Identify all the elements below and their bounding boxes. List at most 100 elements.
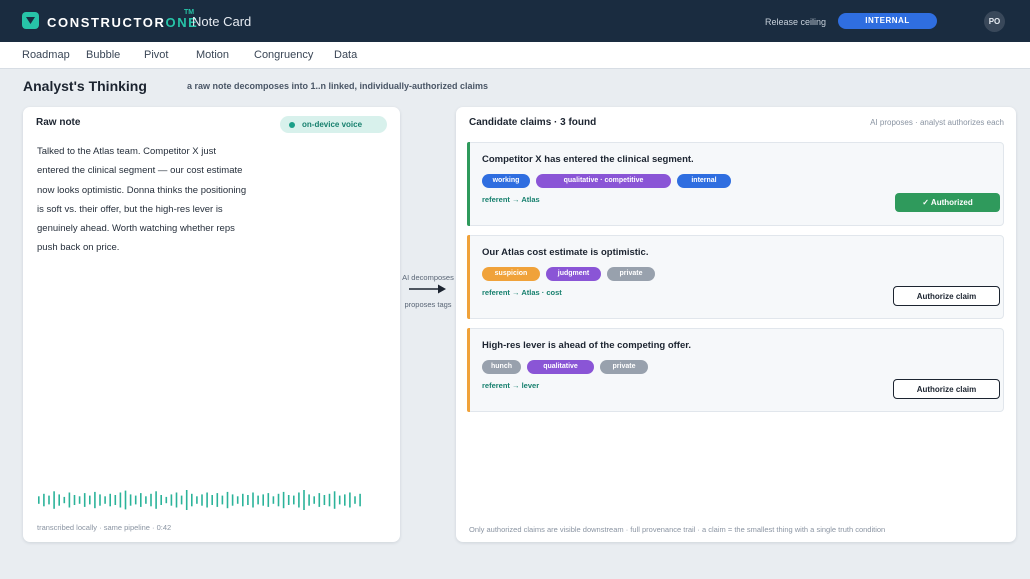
claim-text: Competitor X has entered the clinical se… — [482, 154, 694, 165]
release-ceiling-label: Release ceiling — [765, 17, 827, 27]
waveform-bar — [272, 496, 275, 504]
transcription-meta: transcribed locally · same pipeline · 0:… — [37, 523, 172, 532]
tag[interactable]: hunch — [482, 360, 521, 374]
waveform-bar — [165, 496, 168, 504]
waveform-bar — [104, 496, 106, 504]
waveform-bar — [155, 491, 157, 509]
waveform-bar — [94, 491, 96, 509]
tag[interactable]: internal — [677, 174, 731, 188]
waveform-bar — [354, 496, 356, 504]
claim-card: High-res lever is ahead of the competing… — [467, 328, 1004, 412]
proposes-tags-label: proposes tags — [404, 300, 452, 309]
waveform-bar — [349, 492, 351, 508]
waveform-bar — [68, 492, 71, 508]
waveform-bar — [89, 495, 91, 505]
waveform-bar — [277, 493, 280, 507]
waveform-bar — [170, 494, 173, 506]
tag[interactable]: private — [600, 360, 648, 374]
waveform-bar — [129, 494, 132, 506]
waveform-bar — [293, 495, 295, 505]
waveform-bar — [48, 495, 50, 505]
waveform-bar — [150, 493, 152, 507]
release-ceiling-select[interactable]: INTERNAL — [838, 13, 937, 29]
waveform-bar — [78, 496, 81, 504]
waveform-bar — [318, 493, 321, 507]
tag[interactable]: qualitative · competitive — [536, 174, 671, 188]
nav-item-motion[interactable]: Motion — [196, 49, 229, 61]
waveform-bar — [38, 496, 40, 504]
waveform-bar — [262, 494, 264, 506]
claim-text: High-res lever is ahead of the competing… — [482, 340, 692, 351]
claim-accent-bar — [467, 235, 470, 319]
recording-dot-icon — [289, 122, 295, 128]
waveform[interactable] — [38, 489, 368, 511]
claims-footer-note: Only authorized claims are visible downs… — [469, 525, 886, 534]
waveform-bar — [333, 491, 336, 509]
waveform-bar — [298, 492, 300, 508]
waveform-bar — [160, 495, 162, 505]
waveform-bar — [73, 495, 76, 505]
waveform-bar — [359, 493, 361, 507]
tag[interactable]: suspicion — [482, 267, 540, 281]
claims-hint: AI proposes · analyst authorizes each — [870, 118, 1004, 127]
brand-name: CONSTRUCTORONE — [47, 15, 198, 30]
app-header: CONSTRUCTORONE TM Note Card Release ceil… — [0, 0, 1030, 42]
voice-badge[interactable]: on-device voice — [280, 116, 387, 133]
waveform-bar — [211, 495, 213, 505]
brand-prefix: CONSTRUCTOR — [47, 15, 166, 30]
claim-tags: suspicion judgment private — [482, 267, 655, 281]
arrow-right-icon — [409, 284, 446, 294]
claim-accent-bar — [467, 142, 470, 226]
raw-note-text[interactable]: Talked to the Atlas team. Competitor X j… — [37, 142, 247, 258]
waveform-bar — [53, 491, 55, 509]
waveform-bar — [43, 493, 45, 507]
raw-note-title: Raw note — [36, 117, 81, 128]
waveform-bar — [196, 496, 198, 504]
authorize-claim-button[interactable]: Authorize claim — [893, 379, 1000, 399]
voice-badge-label: on-device voice — [302, 120, 363, 129]
waveform-bar — [328, 493, 331, 507]
waveform-bar — [83, 493, 86, 507]
waveform-bar — [221, 495, 224, 505]
waveform-bar — [313, 496, 315, 504]
waveform-bar — [338, 495, 341, 505]
tag[interactable]: judgment — [546, 267, 601, 281]
nav-item-bubble[interactable]: Bubble — [86, 49, 120, 61]
waveform-bar — [344, 494, 346, 506]
nav-item-pivot[interactable]: Pivot — [144, 49, 168, 61]
claim-referent[interactable]: referent → Atlas — [482, 195, 540, 204]
app-title: Note Card — [192, 14, 252, 29]
authorize-claim-button[interactable]: Authorize claim — [893, 286, 1000, 306]
claim-referent[interactable]: referent → Atlas · cost — [482, 288, 562, 297]
tag[interactable]: working — [482, 174, 530, 188]
tag[interactable]: private — [607, 267, 655, 281]
claim-referent[interactable]: referent → lever — [482, 381, 539, 390]
waveform-bar — [206, 492, 208, 508]
tag[interactable]: qualitative — [527, 360, 594, 374]
avatar[interactable]: PO — [984, 11, 1005, 32]
waveform-bar — [287, 495, 290, 505]
waveform-bar — [323, 495, 326, 505]
claim-tags: working qualitative · competitive intern… — [482, 174, 731, 188]
claim-accent-bar — [467, 328, 470, 412]
candidate-claims-title: Candidate claims · 3 found — [469, 117, 597, 128]
waveform-bar — [175, 492, 178, 508]
waveform-bar — [99, 494, 101, 506]
nav-item-data[interactable]: Data — [334, 49, 357, 61]
claim-card: Competitor X has entered the clinical se… — [467, 142, 1004, 226]
waveform-bar — [252, 492, 254, 508]
nav-item-roadmap[interactable]: Roadmap — [22, 49, 70, 61]
waveform-bar — [236, 496, 239, 504]
nav-item-congruency[interactable]: Congruency — [254, 49, 313, 61]
authorized-button[interactable]: ✓ Authorized — [895, 193, 1000, 212]
waveform-bar — [140, 493, 142, 507]
waveform-bar — [109, 493, 111, 507]
waveform-bar — [63, 496, 66, 504]
main-nav: Roadmap Bubble Pivot Motion Congruency D… — [0, 42, 1030, 69]
ai-decomposes-label: AI decomposes — [402, 273, 454, 282]
waveform-bar — [58, 494, 60, 506]
waveform-bar — [191, 493, 193, 507]
waveform-bar — [114, 495, 117, 505]
waveform-bar — [124, 490, 127, 510]
page-subtitle: a raw note decomposes into 1..n linked, … — [187, 81, 489, 91]
